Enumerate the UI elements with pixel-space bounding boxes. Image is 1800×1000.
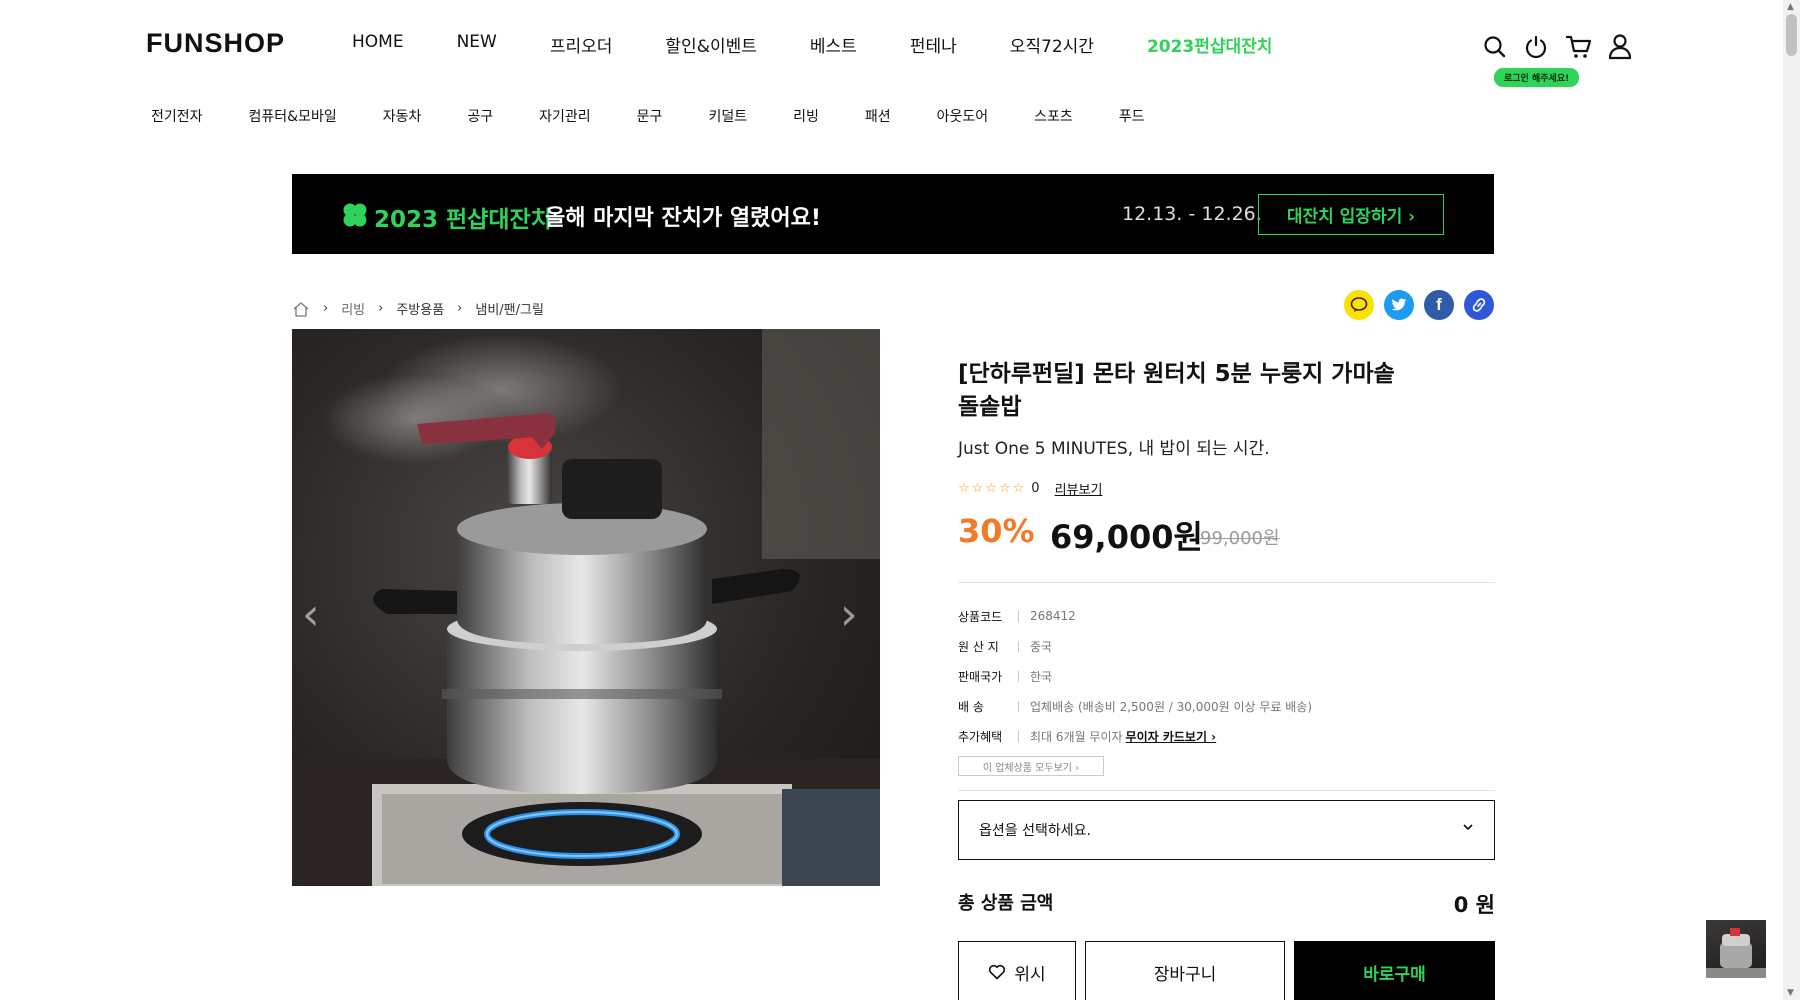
category-self-care[interactable]: 자기관리 (539, 106, 591, 126)
banner-dates: 12.13. - 12.26. (1122, 203, 1262, 225)
enter-festival-button[interactable]: 대잔치 입장하기 › (1258, 194, 1444, 235)
festival-banner[interactable]: 2023 펀샵대잔치 올해 마지막 잔치가 열렸어요! 12.13. - 12.… (292, 174, 1494, 254)
info-value: 최대 6개월 무이자 (1030, 729, 1123, 744)
chevron-right-icon: › (323, 301, 329, 316)
info-row-code: 상품코드 268412 (958, 601, 1312, 631)
sale-price: 69,000원 (1050, 518, 1203, 556)
rating: ☆☆☆☆☆ 0 리뷰보기 (958, 479, 1102, 498)
add-to-cart-button[interactable]: 장바구니 (1085, 941, 1285, 1000)
info-value: 한국 (1030, 669, 1053, 684)
category-outdoor[interactable]: 아웃도어 (937, 106, 989, 126)
category-food[interactable]: 푸드 (1119, 106, 1145, 126)
twitter-icon[interactable] (1384, 290, 1414, 320)
chevron-down-icon (1462, 819, 1474, 835)
nav-2023-festival[interactable]: 2023펀샵대잔치 (1147, 32, 1273, 57)
info-row-shipping: 배 송 업체배송 (배송비 2,500원 / 30,000원 이상 무료 배송) (958, 691, 1312, 721)
cart-icon[interactable] (1565, 34, 1593, 60)
interest-free-card-link[interactable]: 무이자 카드보기 › (1126, 728, 1217, 745)
review-count: 0 (1031, 481, 1040, 496)
star-rating-icon: ☆☆☆☆☆ (958, 481, 1027, 496)
power-icon[interactable] (1523, 34, 1549, 60)
category-kidult[interactable]: 키덜트 (708, 106, 747, 126)
category-sports[interactable]: 스포츠 (1034, 106, 1073, 126)
scroll-up-icon[interactable]: ▲ (1787, 2, 1794, 12)
search-icon[interactable] (1482, 34, 1508, 60)
category-electronics[interactable]: 전기전자 (151, 106, 203, 126)
scrollbar-thumb[interactable] (1786, 14, 1797, 56)
prev-image-arrow[interactable]: ‹ (302, 589, 320, 640)
info-label: 판매국가 (958, 669, 1003, 684)
buy-now-button[interactable]: 바로구매 (1294, 941, 1495, 1000)
nav-best[interactable]: 베스트 (810, 32, 857, 57)
product-image[interactable]: ‹ › (292, 329, 880, 886)
breadcrumb: › 리빙 › 주방용품 › 냄비/팬/그릴 (292, 299, 544, 318)
product-title: [단하루펀딜] 몬타 원터치 5분 누룽지 가마솥 돌솥밥 (958, 361, 1395, 420)
product-info: 상품코드 268412 원 산 지 중국 판매국가 한국 배 송 업체배송 (배… (958, 601, 1312, 751)
nav-funtenna[interactable]: 펀테나 (910, 32, 957, 57)
info-label: 추가혜택 (958, 729, 1003, 744)
scroll-down-icon[interactable]: ▼ (1787, 988, 1794, 998)
category-living[interactable]: 리빙 (793, 106, 819, 126)
info-row-sales-country: 판매국가 한국 (958, 661, 1312, 691)
divider (958, 790, 1495, 791)
category-computer-mobile[interactable]: 컴퓨터&모바일 (249, 106, 337, 126)
scrollbar[interactable]: ▲ ▼ (1783, 0, 1800, 1000)
clover-icon (342, 202, 368, 228)
nav-sale-event[interactable]: 할인&이벤트 (665, 32, 756, 57)
next-image-arrow[interactable]: › (840, 589, 858, 640)
banner-subtitle: 올해 마지막 잔치가 열렸어요! (545, 206, 821, 231)
nav-preorder[interactable]: 프리오더 (550, 32, 613, 57)
info-label: 원 산 지 (958, 639, 999, 654)
wish-button[interactable]: 위시 (958, 941, 1076, 1000)
wish-label: 위시 (1014, 964, 1046, 985)
divider (1018, 610, 1019, 622)
funshop-logo[interactable]: FUNSHOP (146, 28, 285, 59)
info-row-benefit: 추가혜택 최대 6개월 무이자 무이자 카드보기 › (958, 721, 1312, 751)
breadcrumb-kitchen[interactable]: 주방용품 (396, 299, 444, 318)
category-stationery[interactable]: 문구 (637, 106, 663, 126)
link-icon[interactable] (1464, 290, 1494, 320)
login-tooltip: 로그인 해주세요! (1494, 68, 1580, 87)
discount-rate: 30% (958, 512, 1035, 550)
nav-home[interactable]: HOME (352, 32, 404, 57)
heart-icon (988, 964, 1006, 980)
option-placeholder: 옵션을 선택하세요. (979, 823, 1091, 839)
nav-new[interactable]: NEW (457, 32, 497, 57)
original-price: 99,000원 (1200, 528, 1280, 549)
banner-title: 2023 펀샵대잔치 (374, 207, 552, 233)
info-value: 중국 (1030, 639, 1053, 654)
product-subtitle: Just One 5 MINUTES, 내 밥이 되는 시간. (958, 439, 1270, 459)
page: FUNSHOP HOME NEW 프리오더 할인&이벤트 베스트 펀테나 오직7… (0, 0, 1800, 1000)
vendor-products-button[interactable]: 이 업체상품 모두보기 › (958, 756, 1104, 776)
divider (1018, 670, 1019, 682)
option-select[interactable]: 옵션을 선택하세요. (958, 800, 1495, 860)
view-reviews-link[interactable]: 리뷰보기 (1055, 479, 1103, 498)
total-value: 0 원 (1453, 893, 1495, 917)
category-fashion[interactable]: 패션 (865, 106, 891, 126)
category-car[interactable]: 자동차 (383, 106, 422, 126)
recently-viewed-thumbnail[interactable] (1706, 920, 1766, 978)
chevron-right-icon: › (378, 301, 384, 316)
info-value: 업체배송 (배송비 2,500원 / 30,000원 이상 무료 배송) (1030, 699, 1313, 714)
divider (1018, 640, 1019, 652)
breadcrumb-pots-pans[interactable]: 냄비/팬/그릴 (475, 299, 544, 318)
info-label: 상품코드 (958, 609, 1003, 624)
info-label: 배 송 (958, 699, 984, 714)
divider (958, 582, 1495, 583)
chevron-right-icon: › (457, 301, 463, 316)
user-icon[interactable] (1607, 33, 1633, 60)
breadcrumb-living[interactable]: 리빙 (341, 299, 365, 318)
divider (1018, 700, 1019, 712)
info-value: 268412 (1030, 609, 1076, 623)
nav-only72[interactable]: 오직72시간 (1010, 32, 1094, 57)
category-tools[interactable]: 공구 (467, 106, 493, 126)
home-icon[interactable] (292, 301, 310, 317)
kakaotalk-icon[interactable] (1344, 290, 1374, 320)
info-row-origin: 원 산 지 중국 (958, 631, 1312, 661)
total-label: 총 상품 금액 (958, 893, 1054, 914)
facebook-icon[interactable]: f (1424, 290, 1454, 320)
divider (1018, 730, 1019, 742)
main-nav: HOME NEW 프리오더 할인&이벤트 베스트 펀테나 오직72시간 2023… (352, 32, 1325, 57)
category-nav: 전기전자 컴퓨터&모바일 자동차 공구 자기관리 문구 키덜트 리빙 패션 아웃… (151, 106, 1191, 126)
